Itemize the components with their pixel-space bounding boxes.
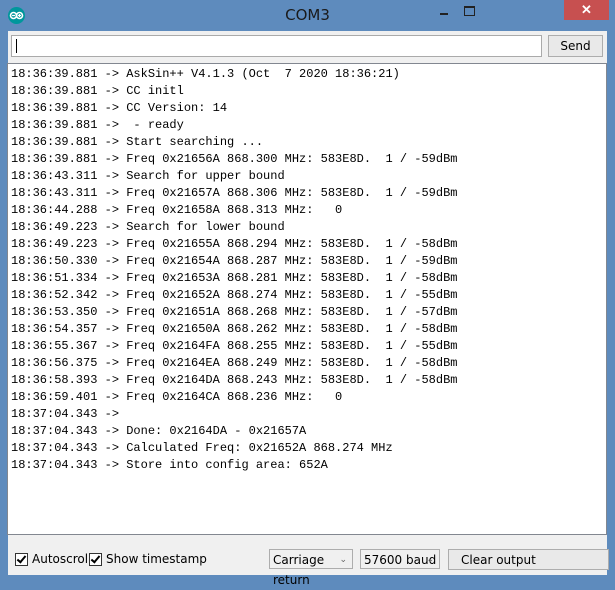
title-bar: COM3 ✕: [0, 0, 615, 31]
baud-rate-select[interactable]: 57600 baud ⌄: [360, 549, 440, 569]
baud-rate-value: 57600 baud: [364, 553, 437, 567]
log-line: 18:36:39.881 -> AskSin++ V4.1.3 (Oct 7 2…: [11, 67, 400, 81]
chevron-down-icon: ⌄: [426, 555, 434, 565]
log-line: 18:36:43.311 -> Freq 0x21657A 868.306 MH…: [11, 186, 458, 200]
checkbox-checked-icon: [15, 552, 28, 566]
line-ending-select[interactable]: Carriage return ⌄: [269, 549, 353, 587]
log-line: 18:36:59.401 -> Freq 0x2164CA 868.236 MH…: [11, 390, 343, 404]
log-line: 18:36:56.375 -> Freq 0x2164EA 868.249 MH…: [11, 356, 458, 370]
log-line: 18:36:53.350 -> Freq 0x21651A 868.268 MH…: [11, 305, 458, 319]
text-caret: [16, 39, 17, 53]
line-ending-value: Carriage return: [273, 553, 325, 587]
output-log: 18:36:39.881 -> AskSin++ V4.1.3 (Oct 7 2…: [11, 66, 457, 474]
log-line: 18:36:39.881 -> CC initl: [11, 84, 184, 98]
log-line: 18:36:39.881 -> Freq 0x21656A 868.300 MH…: [11, 152, 458, 166]
clear-output-button[interactable]: Clear output: [448, 549, 609, 570]
log-line: 18:36:51.334 -> Freq 0x21653A 868.281 MH…: [11, 271, 458, 285]
minimize-button[interactable]: [428, 0, 458, 20]
log-line: 18:37:04.343 -> Store into config area: …: [11, 458, 328, 472]
serial-monitor: Send 18:36:39.881 -> AskSin++ V4.1.3 (Oc…: [7, 31, 609, 587]
send-input[interactable]: [11, 35, 542, 57]
log-line: 18:36:52.342 -> Freq 0x21652A 868.274 MH…: [11, 288, 458, 302]
window-title: COM3: [285, 6, 330, 24]
show-timestamp-label: Show timestamp: [106, 552, 207, 566]
autoscroll-checkbox[interactable]: Autoscroll: [15, 552, 91, 566]
serial-output[interactable]: 18:36:39.881 -> AskSin++ V4.1.3 (Oct 7 2…: [7, 63, 607, 535]
close-icon: ✕: [581, 2, 592, 17]
maximize-button[interactable]: [458, 0, 484, 20]
autoscroll-label: Autoscroll: [32, 552, 92, 566]
log-line: 18:36:43.311 -> Search for upper bound: [11, 169, 285, 183]
log-line: 18:36:39.881 -> CC Version: 14: [11, 101, 228, 115]
close-button[interactable]: ✕: [564, 0, 609, 20]
chevron-down-icon: ⌄: [339, 555, 347, 565]
log-line: 18:36:58.393 -> Freq 0x2164DA 868.243 MH…: [11, 373, 458, 387]
log-line: 18:36:54.357 -> Freq 0x21650A 868.262 MH…: [11, 322, 458, 336]
log-line: 18:36:50.330 -> Freq 0x21654A 868.287 MH…: [11, 254, 458, 268]
log-line: 18:37:04.343 -> Done: 0x2164DA - 0x21657…: [11, 424, 307, 438]
log-line: 18:36:39.881 -> - ready: [11, 118, 184, 132]
footer-bar: Autoscroll Show timestamp Carriage retur…: [8, 543, 609, 587]
log-line: 18:36:49.223 -> Freq 0x21655A 868.294 MH…: [11, 237, 458, 251]
send-button[interactable]: Send: [548, 35, 603, 57]
show-timestamp-checkbox[interactable]: Show timestamp: [89, 552, 207, 566]
checkbox-checked-icon: [89, 552, 102, 566]
log-line: 18:36:49.223 -> Search for lower bound: [11, 220, 285, 234]
log-line: 18:36:44.288 -> Freq 0x21658A 868.313 MH…: [11, 203, 343, 217]
log-line: 18:37:04.343 ->: [11, 407, 127, 421]
log-line: 18:37:04.343 -> Calculated Freq: 0x21652…: [11, 441, 393, 455]
log-line: 18:36:55.367 -> Freq 0x2164FA 868.255 MH…: [11, 339, 458, 353]
log-line: 18:36:39.881 -> Start searching ...: [11, 135, 264, 149]
